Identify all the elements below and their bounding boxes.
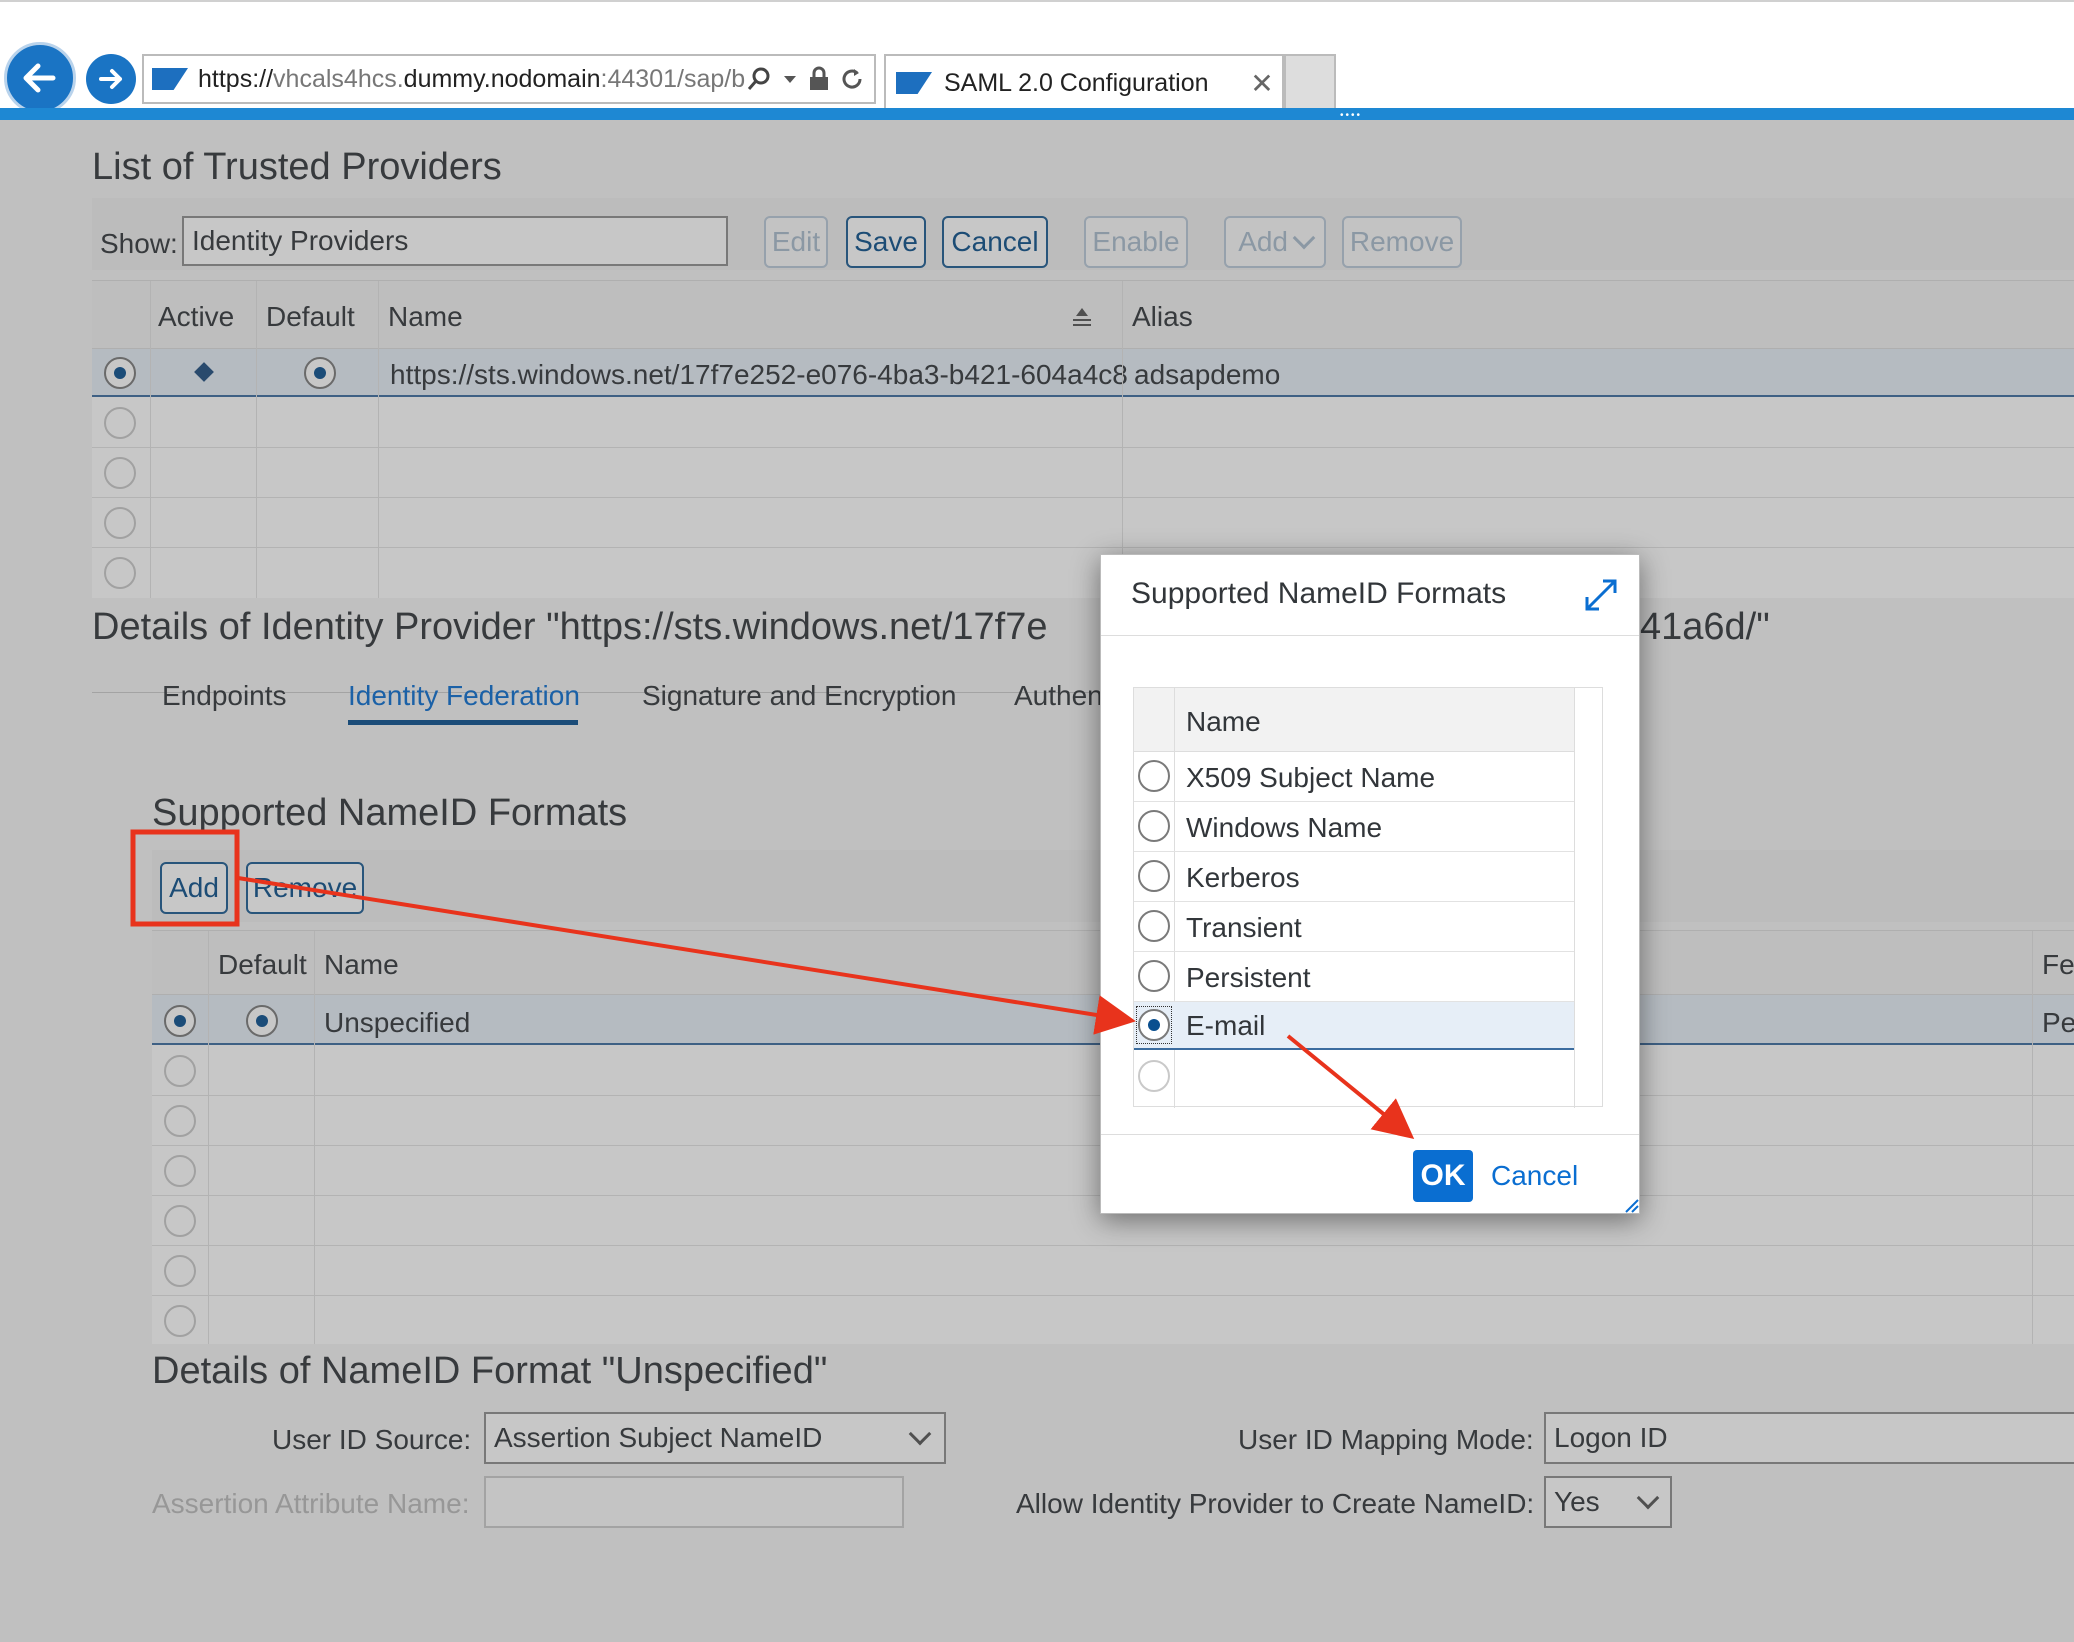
option-label: Kerberos (1186, 862, 1300, 893)
dialog-title: Supported NameID Formats (1131, 577, 1507, 610)
list-item[interactable]: Persistent (1134, 952, 1574, 1002)
sap-logo-icon (152, 68, 188, 90)
expand-icon[interactable] (1583, 577, 1619, 613)
option-radio[interactable] (1138, 1009, 1170, 1041)
search-icon[interactable] (746, 66, 772, 92)
address-tools (746, 66, 874, 92)
option-label: Persistent (1186, 962, 1311, 993)
sap-logo-icon (896, 72, 932, 94)
option-label: Windows Name (1186, 812, 1383, 843)
option-radio[interactable] (1138, 860, 1170, 892)
resize-handle-icon[interactable] (1623, 1197, 1639, 1213)
list-item[interactable] (1134, 1052, 1574, 1102)
back-button[interactable] (4, 42, 76, 114)
list-item[interactable]: X509 Subject Name (1134, 752, 1574, 802)
option-label: Transient (1186, 912, 1302, 943)
address-bar[interactable]: https://vhcals4hcs.dummy.nodomain:44301/… (142, 54, 876, 104)
dialog-header-divider (1101, 635, 1639, 636)
option-label: X509 Subject Name (1186, 762, 1436, 793)
forward-arrow-icon (99, 69, 122, 89)
close-icon[interactable]: ✕ (1242, 67, 1282, 100)
tab-title: SAML 2.0 Configuration (944, 68, 1209, 97)
option-radio[interactable] (1138, 760, 1170, 792)
list-item[interactable]: Transient (1134, 902, 1574, 952)
dropdown-icon[interactable] (782, 71, 798, 87)
supported-nameid-dialog: Supported NameID Formats Name X509 Subje… (1100, 554, 1640, 1214)
option-radio[interactable] (1138, 810, 1170, 842)
lock-icon (810, 66, 828, 90)
nameid-options-table: Name X509 Subject Name Windows Name Kerb… (1133, 687, 1603, 1108)
browser-chrome: https://vhcals4hcs.dummy.nodomain:44301/… (0, 0, 2074, 114)
modal-overlay (0, 120, 2074, 1642)
back-arrow-icon (23, 63, 56, 93)
dialog-footer-divider (1101, 1134, 1639, 1135)
list-item[interactable]: Windows Name (1134, 802, 1574, 852)
ok-button[interactable]: OK (1413, 1150, 1473, 1202)
forward-button[interactable] (86, 54, 136, 104)
cancel-button[interactable]: Cancel (1491, 1150, 1578, 1202)
option-label: E-mail (1186, 1010, 1266, 1041)
new-tab-button[interactable] (1284, 54, 1336, 110)
url-text: https://vhcals4hcs.dummy.nodomain:44301/… (198, 64, 746, 93)
col-name: Name (1186, 706, 1261, 737)
list-item-selected[interactable]: E-mail (1134, 1002, 1574, 1050)
option-radio[interactable] (1138, 910, 1170, 942)
refresh-icon[interactable] (840, 67, 864, 91)
option-radio[interactable] (1138, 960, 1170, 992)
list-item[interactable]: Kerberos (1134, 852, 1574, 902)
browser-command-bar: •••• (0, 108, 2074, 121)
browser-tab[interactable]: SAML 2.0 Configuration ✕ (884, 54, 1284, 110)
option-radio[interactable] (1138, 1060, 1170, 1092)
